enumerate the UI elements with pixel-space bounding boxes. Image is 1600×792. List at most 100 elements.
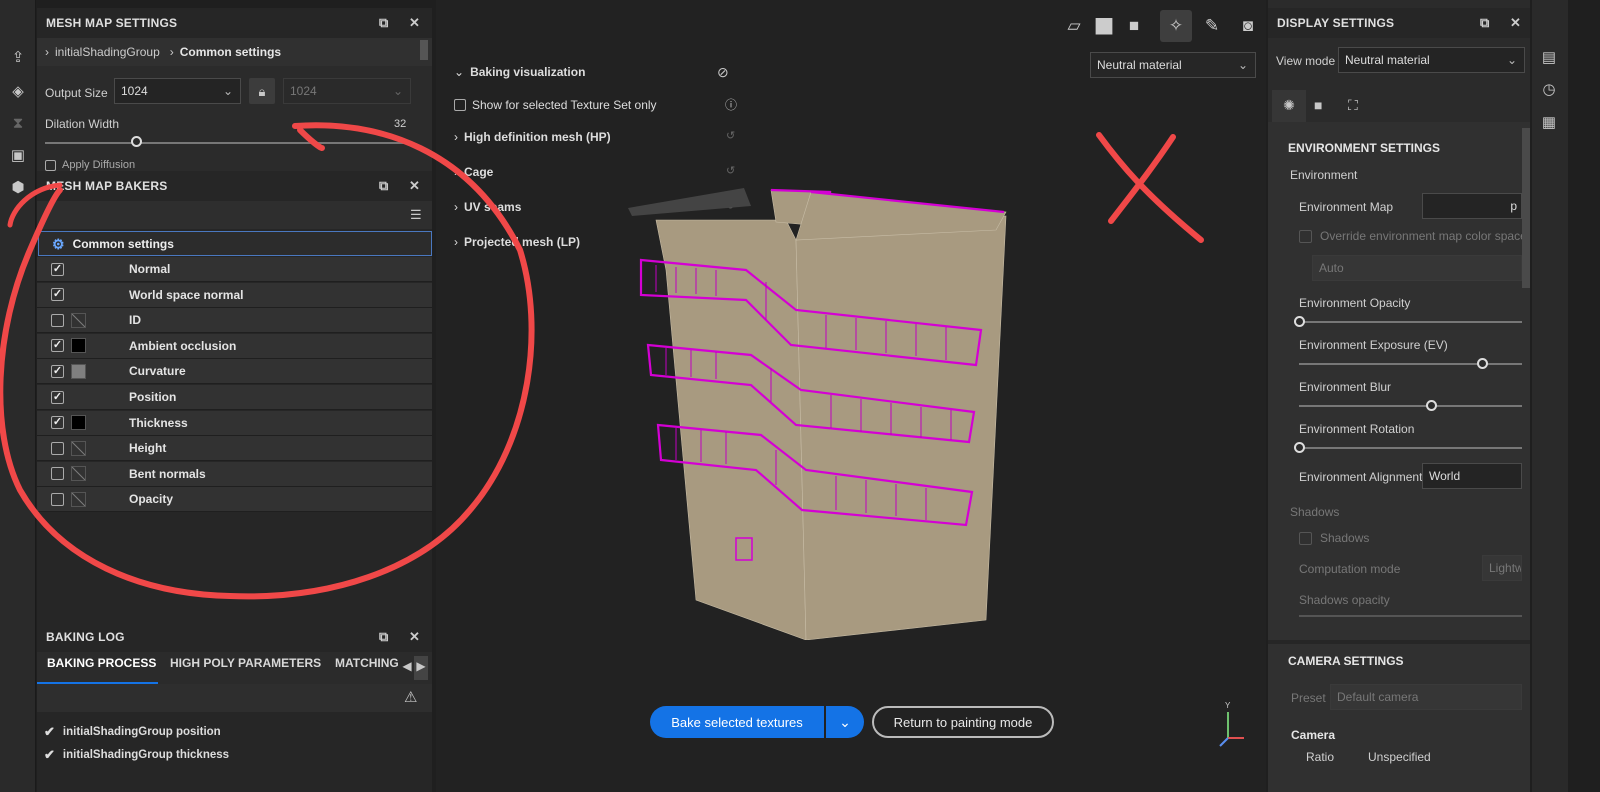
breadcrumb: › initialShadingGroup › Common settings xyxy=(37,38,432,66)
override-color-space-option: Override environment map color space xyxy=(1299,229,1527,243)
chevron-down-icon: ⌄ xyxy=(1237,58,1248,72)
panel-header: DISPLAY SETTINGS ⧉ ✕ xyxy=(1268,8,1530,38)
chevron-down-icon: ⌄ xyxy=(454,65,465,79)
popout-icon[interactable]: ⧉ xyxy=(379,15,388,31)
view-mode-select[interactable]: Neutral material ⌄ xyxy=(1338,47,1525,73)
panel-title: DISPLAY SETTINGS xyxy=(1277,16,1395,30)
log-icon[interactable]: ▦ xyxy=(1540,115,1558,133)
view-mode-value: Neutral material xyxy=(1345,53,1430,67)
chevron-down-icon: ⌄ xyxy=(222,84,233,98)
env-exposure-label: Environment Exposure (EV) xyxy=(1299,338,1448,352)
output-size-value: 1024 xyxy=(121,84,148,98)
preset-select: Default camera xyxy=(1330,684,1522,710)
reset-icon[interactable]: ↺ xyxy=(726,166,735,177)
chevron-right-icon: › xyxy=(169,45,174,59)
output-size-height-value: 1024 xyxy=(290,84,317,98)
slider-knob[interactable] xyxy=(1294,316,1305,327)
env-opacity-slider[interactable] xyxy=(1299,321,1522,323)
log-toolbar: ⚠ xyxy=(37,684,432,712)
env-alignment-value: World xyxy=(1429,469,1461,483)
material-dropdown-value: Neutral material xyxy=(1097,58,1182,72)
popout-icon[interactable]: ⧉ xyxy=(1480,15,1489,31)
right-toolbar: ▤ ◷ ▦ xyxy=(1532,0,1568,792)
env-map-value: p xyxy=(1510,199,1517,213)
section-baking-visualization[interactable]: ⌄ Baking visualization xyxy=(454,65,585,79)
env-opacity-label: Environment Opacity xyxy=(1299,296,1411,310)
shadows-option: Shadows xyxy=(1299,531,1369,545)
output-size-label: Output Size xyxy=(45,86,108,100)
brush-icon[interactable]: ✎ xyxy=(1196,10,1228,42)
log-entry: ✔ initialShadingGroup thickness xyxy=(44,747,229,763)
camera-video-icon[interactable]: ■ xyxy=(1118,10,1150,42)
close-icon[interactable]: ✕ xyxy=(409,629,420,645)
section-label: Baking visualization xyxy=(470,65,586,79)
slider-knob[interactable] xyxy=(1476,358,1488,369)
output-size-height-select: 1024 ⌄ xyxy=(283,78,411,104)
tab-baking-process[interactable]: BAKING PROCESS xyxy=(47,656,156,670)
env-exposure-slider[interactable] xyxy=(1299,363,1522,365)
viewport[interactable]: ▱ ⬛︎ ■ ✧ ✎ ◙ Neutral material ⌄ ⌄ Baking… xyxy=(436,0,1266,792)
red-x-annotation xyxy=(1096,132,1204,243)
object-cube-icon[interactable]: ⬛︎ xyxy=(1088,10,1120,42)
env-map-field[interactable]: p xyxy=(1422,193,1522,219)
env-subheader: Environment xyxy=(1290,168,1358,182)
arrow-left-icon[interactable]: ◀ xyxy=(400,656,414,680)
computation-mode-select: Lightw xyxy=(1482,555,1522,581)
slider-knob[interactable] xyxy=(1294,442,1305,453)
reset-icon[interactable]: ↺ xyxy=(726,131,735,142)
layers-icon[interactable]: ◈ xyxy=(9,84,27,102)
history-icon[interactable]: ◷ xyxy=(1540,82,1558,100)
camera-tab-icon[interactable]: ■ xyxy=(1314,98,1322,112)
selection-tool-icon[interactable]: ▱ xyxy=(1058,10,1090,42)
log-entry: ✔ initialShadingGroup position xyxy=(44,724,221,740)
checkbox xyxy=(1299,531,1312,545)
env-settings-header: ENVIRONMENT SETTINGS xyxy=(1288,141,1441,155)
view-mode-label: View mode xyxy=(1276,54,1336,68)
check-icon: ✔ xyxy=(44,724,55,739)
warning-icon[interactable]: ⚠ xyxy=(404,690,417,705)
env-alignment-label: Environment Alignment xyxy=(1299,470,1423,484)
output-size-select[interactable]: 1024 ⌄ xyxy=(114,78,241,104)
return-to-painting-button[interactable]: Return to painting mode xyxy=(872,706,1054,738)
tab-matching[interactable]: MATCHING xyxy=(335,656,399,670)
env-alignment-select[interactable]: World xyxy=(1422,463,1522,489)
popout-icon[interactable]: ⧉ xyxy=(379,629,388,645)
env-blur-label: Environment Blur xyxy=(1299,380,1392,394)
scrollbar-thumb[interactable] xyxy=(420,40,428,60)
log-entry-text: initialShadingGroup position xyxy=(62,726,221,738)
material-dropdown[interactable]: Neutral material ⌄ xyxy=(1090,52,1256,78)
tab-scroll-arrows: ◀ ▶ xyxy=(400,656,430,680)
env-blur-slider[interactable] xyxy=(1299,405,1522,407)
scrollbar-thumb[interactable] xyxy=(1522,128,1530,288)
close-icon[interactable]: ✕ xyxy=(409,15,420,31)
panel-header: BAKING LOG ⧉ ✕ xyxy=(37,622,432,652)
tab-high-poly-parameters[interactable]: HIGH POLY PARAMETERS xyxy=(170,656,321,670)
eye-hidden-icon[interactable]: ⊘ xyxy=(717,65,729,79)
active-tab-indicator xyxy=(37,682,158,684)
breadcrumb-item[interactable]: initialShadingGroup xyxy=(55,45,160,59)
frame-tab-icon[interactable]: ⛶ xyxy=(1348,98,1358,112)
bake-wand-icon[interactable]: ✧ xyxy=(1160,10,1192,42)
display-settings-panel: DISPLAY SETTINGS ⧉ ✕ View mode Neutral m… xyxy=(1268,0,1530,792)
building-3d-model[interactable] xyxy=(626,180,1016,640)
bake-options-dropdown[interactable]: ⌄ xyxy=(826,706,864,738)
info-icon[interactable]: ⓘ xyxy=(725,99,737,111)
shadows-header: Shadows xyxy=(1290,505,1340,519)
arrow-right-icon[interactable]: ▶ xyxy=(414,656,428,680)
slider-knob[interactable] xyxy=(1425,400,1437,411)
option-label: Shadows xyxy=(1320,531,1370,545)
red-circle-annotation xyxy=(0,122,535,600)
camera-subheader: Camera xyxy=(1291,728,1336,742)
bake-selected-textures-button[interactable]: Bake selected textures xyxy=(650,706,824,738)
export-icon[interactable]: ⇪ xyxy=(9,50,27,68)
close-icon[interactable]: ✕ xyxy=(1510,15,1521,31)
breadcrumb-item-current: Common settings xyxy=(179,45,282,59)
panel-title: BAKING LOG xyxy=(46,630,125,644)
preset-value: Default camera xyxy=(1337,690,1419,704)
screenshot-camera-icon[interactable]: ◙ xyxy=(1232,10,1264,42)
lock-button[interactable]: 🔒︎ xyxy=(249,78,275,104)
chevron-down-icon: ⌄ xyxy=(392,84,403,98)
tab-environment[interactable]: ✺ xyxy=(1272,90,1306,122)
env-rotation-slider[interactable] xyxy=(1299,447,1522,449)
panels-icon[interactable]: ▤ xyxy=(1540,50,1558,68)
